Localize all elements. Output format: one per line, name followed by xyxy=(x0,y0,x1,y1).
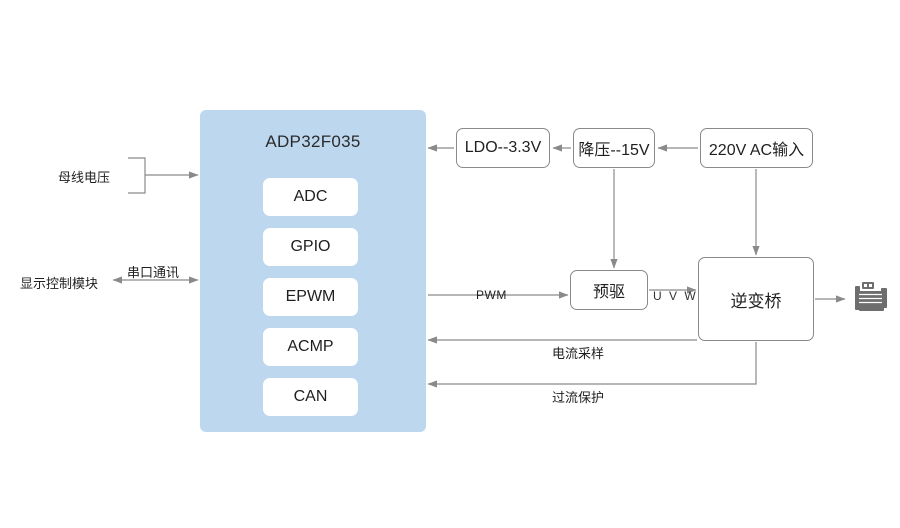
block-label: 逆变桥 xyxy=(730,291,782,311)
label-uart-communication: 串口通讯 xyxy=(127,265,180,280)
block-pre-driver[interactable]: 预驱 xyxy=(570,270,648,310)
peripheral-label: EPWM xyxy=(285,288,336,305)
peripheral-block-can[interactable]: CAN xyxy=(263,378,358,416)
label-pwm: PWM xyxy=(476,288,507,302)
block-label: 220V AC输入 xyxy=(708,142,805,159)
peripheral-label: CAN xyxy=(293,388,328,405)
block-inverter-bridge[interactable]: 逆变桥 xyxy=(698,257,814,341)
label-display-control-module: 显示控制模块 xyxy=(20,276,99,291)
block-label: LDO--3.3V xyxy=(464,139,542,156)
bus-voltage-bracket xyxy=(128,157,146,194)
label-bus-voltage: 母线电压 xyxy=(58,170,111,185)
peripheral-label: ADC xyxy=(293,188,328,205)
block-label: 降压--15V xyxy=(578,142,650,159)
label-uvw: U V W xyxy=(653,289,698,303)
peripheral-block-epwm[interactable]: EPWM xyxy=(263,278,358,316)
label-current-sampling: 电流采样 xyxy=(552,346,605,361)
label-overcurrent-protection: 过流保护 xyxy=(552,390,605,405)
block-ldo[interactable]: LDO--3.3V xyxy=(456,128,550,168)
diagram-canvas: ADP32F035 ADC GPIO EPWM ACMP CAN LDO--3.… xyxy=(0,0,900,528)
block-label: 预驱 xyxy=(592,284,625,301)
mcu-title: ADP32F035 xyxy=(265,132,361,151)
peripheral-block-gpio[interactable]: GPIO xyxy=(263,228,358,266)
motor-icon xyxy=(855,282,887,311)
block-ac-input[interactable]: 220V AC输入 xyxy=(700,128,813,168)
peripheral-block-adc[interactable]: ADC xyxy=(263,178,358,216)
peripheral-label: GPIO xyxy=(290,238,331,255)
peripheral-label: ACMP xyxy=(287,338,334,355)
peripheral-block-acmp[interactable]: ACMP xyxy=(263,328,358,366)
block-buck-converter[interactable]: 降压--15V xyxy=(573,128,655,168)
